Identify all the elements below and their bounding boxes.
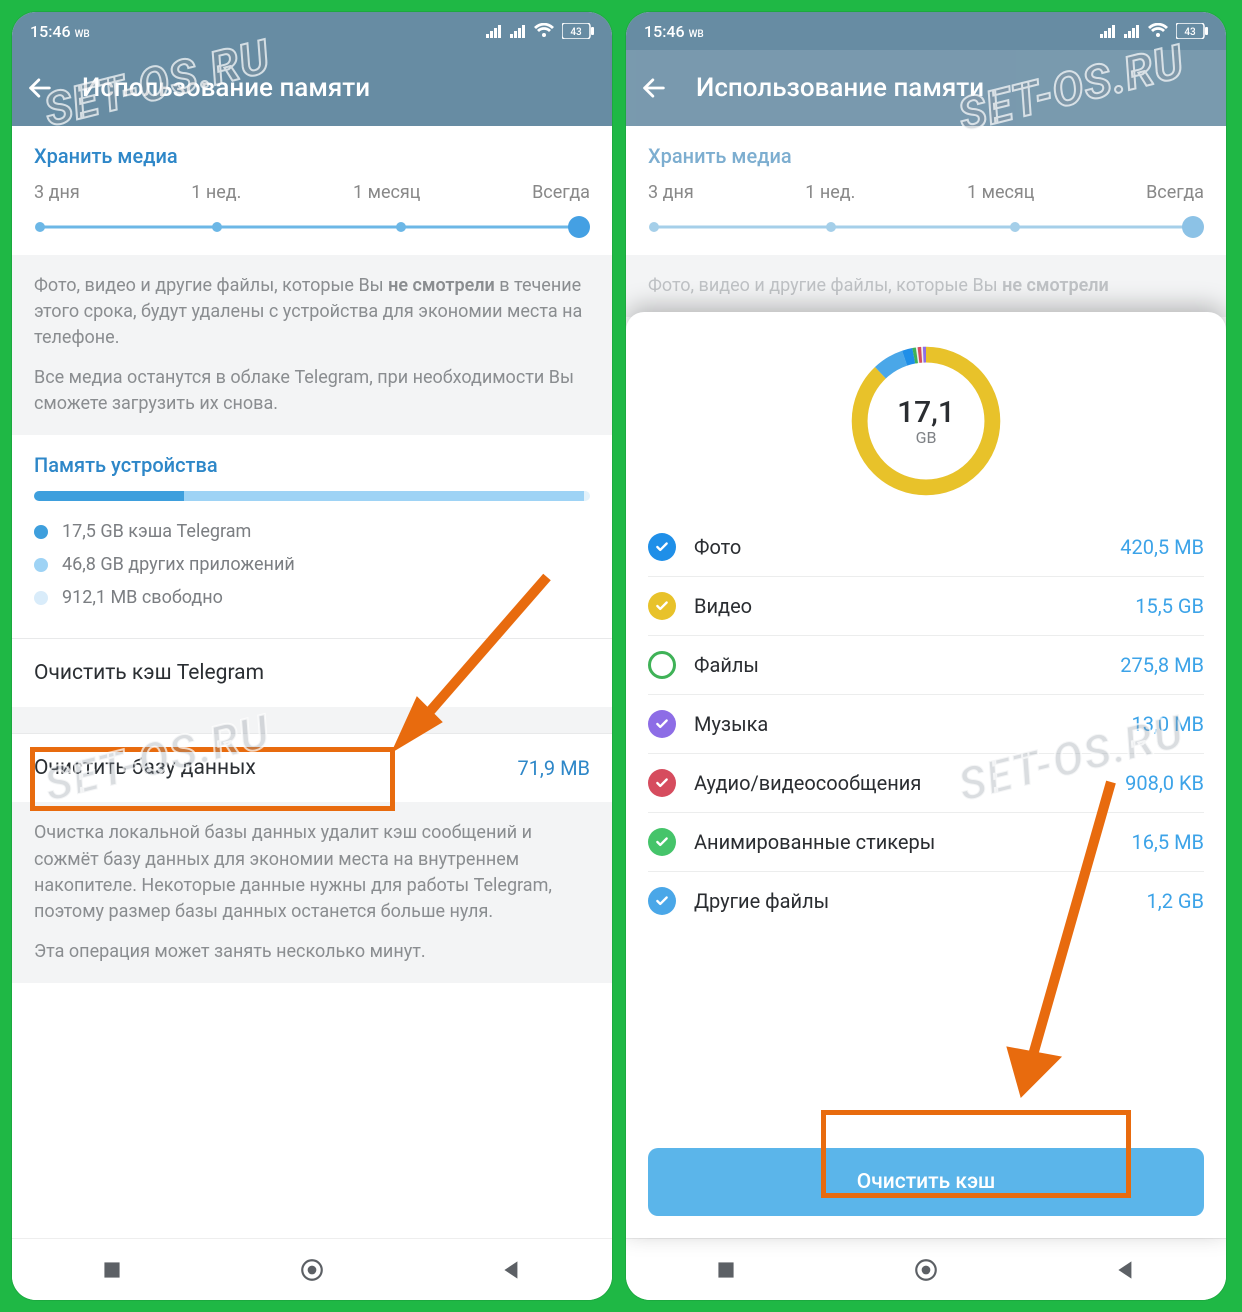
category-checkbox[interactable] — [648, 710, 676, 738]
storage-bar — [34, 491, 590, 501]
storage-section: Память устройства 17,5 GB кэша Telegram … — [12, 435, 612, 638]
nav-back-icon[interactable] — [1113, 1257, 1139, 1283]
clear-db-description: Очистка локальной базы данных удалит кэш… — [12, 802, 612, 982]
wifi-icon — [1148, 23, 1168, 39]
nav-home-icon[interactable] — [913, 1257, 939, 1283]
clear-db-button[interactable]: Очистить базу данных 71,9 MB — [12, 733, 612, 802]
category-label: Файлы — [694, 653, 1102, 677]
page-title: Использование памяти — [82, 73, 370, 103]
nav-back-icon[interactable] — [499, 1257, 525, 1283]
category-size: 15,5 GB — [1135, 594, 1204, 618]
slider-thumb[interactable] — [568, 216, 590, 238]
back-icon[interactable] — [640, 74, 668, 102]
storage-legend: 17,5 GB кэша Telegram 46,8 GB других при… — [34, 521, 590, 608]
category-size: 275,8 MB — [1120, 653, 1204, 677]
category-size: 420,5 MB — [1120, 535, 1204, 559]
category-row[interactable]: Аудио/видеосообщения 908,0 KB — [648, 754, 1204, 813]
category-row[interactable]: Видео 15,5 GB — [648, 577, 1204, 636]
category-label: Музыка — [694, 712, 1113, 736]
category-label: Другие файлы — [694, 889, 1129, 913]
category-checkbox[interactable] — [648, 533, 676, 561]
category-list: Фото 420,5 MB Видео 15,5 GB Файлы 275,8 MB Муз… — [626, 518, 1226, 1134]
nav-home-icon[interactable] — [299, 1257, 325, 1283]
category-checkbox[interactable] — [648, 769, 676, 797]
status-bar: 15:46 WB 43 — [12, 12, 612, 50]
keep-media-section: Хранить медиа 3 дня 1 нед. 1 месяц Всегд… — [12, 126, 612, 255]
legend-text: 46,8 GB других приложений — [62, 554, 295, 575]
category-label: Анимированные стикеры — [694, 830, 1113, 854]
signal-icon — [486, 24, 502, 38]
clear-cache-button[interactable]: Очистить кэш Telegram — [12, 638, 612, 707]
status-bar: 15:46 WB 43 — [626, 12, 1226, 50]
wifi-icon — [534, 23, 554, 39]
category-row[interactable]: Анимированные стикеры 16,5 MB — [648, 813, 1204, 872]
category-row[interactable]: Другие файлы 1,2 GB — [648, 872, 1204, 930]
category-row[interactable]: Файлы 275,8 MB — [648, 636, 1204, 695]
signal-icon-2 — [1124, 24, 1140, 38]
signal-icon — [1100, 24, 1116, 38]
total-size-unit: GB — [916, 428, 937, 447]
category-label: Аудио/видеосообщения — [694, 771, 1107, 795]
status-badge: WB — [75, 29, 90, 40]
storage-title: Память устройства — [34, 453, 590, 477]
category-checkbox[interactable] — [648, 651, 676, 679]
legend-text: 17,5 GB кэша Telegram — [62, 521, 251, 542]
app-bar: Использование памяти — [12, 50, 612, 126]
status-time: 15:46 — [30, 22, 71, 41]
clear-db-size: 71,9 MB — [517, 756, 590, 780]
keep-media-description: Фото, видео и другие файлы, которые Вы н… — [12, 255, 612, 435]
clear-cache-confirm-button[interactable]: Очистить кэш — [648, 1148, 1204, 1216]
nav-recents-icon[interactable] — [713, 1257, 739, 1283]
clear-cache-modal: 17,1 GB Фото 420,5 MB Видео 15,5 GB Файлы 275… — [626, 312, 1226, 1238]
category-checkbox[interactable] — [648, 887, 676, 915]
battery-icon: 43 — [562, 23, 594, 39]
status-time: 15:46 — [644, 22, 685, 41]
screenshot-left: 15:46 WB 43 Использование памяти Хранить… — [12, 12, 612, 1300]
keep-media-title: Хранить медиа — [34, 144, 590, 168]
slider-label: 1 месяц — [353, 182, 420, 203]
total-size-value: 17,1 — [897, 395, 955, 430]
legend-dot-icon — [34, 591, 48, 605]
nav-recents-icon[interactable] — [99, 1257, 125, 1283]
back-icon[interactable] — [26, 74, 54, 102]
nav-bar — [626, 1238, 1226, 1300]
legend-dot-icon — [34, 525, 48, 539]
category-row[interactable]: Фото 420,5 MB — [648, 518, 1204, 577]
status-badge: WB — [689, 29, 704, 40]
category-label: Видео — [694, 594, 1117, 618]
cache-size-donut: 17,1 GB — [847, 342, 1005, 500]
category-size: 908,0 KB — [1125, 771, 1204, 795]
category-size: 1,2 GB — [1147, 889, 1204, 913]
category-row[interactable]: Музыка 13,0 MB — [648, 695, 1204, 754]
category-checkbox[interactable] — [648, 828, 676, 856]
svg-text:43: 43 — [1184, 27, 1196, 38]
svg-text:43: 43 — [570, 27, 582, 38]
nav-bar — [12, 1238, 612, 1300]
battery-icon: 43 — [1176, 23, 1208, 39]
slider-label: 3 дня — [34, 182, 80, 203]
signal-icon-2 — [510, 24, 526, 38]
keep-media-slider[interactable] — [34, 217, 590, 237]
legend-dot-icon — [34, 558, 48, 572]
app-bar: Использование памяти — [626, 50, 1226, 126]
dimmed-background: Хранить медиа 3 дня 1 нед. 1 месяц Всегд… — [626, 126, 1226, 317]
category-label: Фото — [694, 535, 1102, 559]
page-title: Использование памяти — [696, 73, 984, 103]
category-size: 13,0 MB — [1131, 712, 1204, 736]
slider-label: Всегда — [532, 182, 590, 203]
slider-label: 1 нед. — [191, 182, 241, 203]
category-size: 16,5 MB — [1131, 830, 1204, 854]
screenshot-right: 15:46 WB 43 Использование памяти Хранить… — [626, 12, 1226, 1300]
category-checkbox[interactable] — [648, 592, 676, 620]
slider-labels: 3 дня 1 нед. 1 месяц Всегда — [34, 182, 590, 203]
legend-text: 912,1 MB свободно — [62, 587, 223, 608]
